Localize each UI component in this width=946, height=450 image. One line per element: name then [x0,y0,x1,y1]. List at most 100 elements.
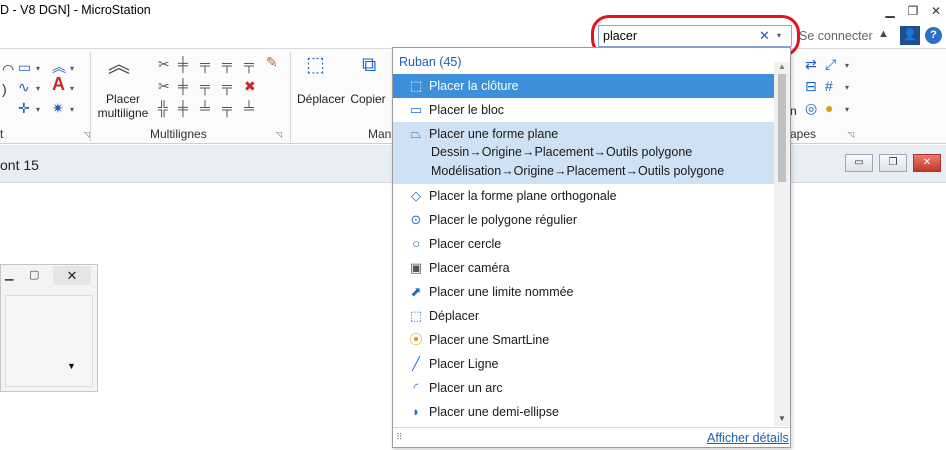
result-item[interactable]: ⊙ Placer le polygone régulier [393,208,774,232]
doc-minimize-icon[interactable]: ▭ [845,154,873,172]
result-label: Placer cercle [429,237,502,251]
multiline-tee-icon[interactable]: ╤ [222,101,232,115]
result-item[interactable]: ⬚ Déplacer [393,304,774,328]
multiline-tee-icon[interactable]: ╤ [200,57,210,71]
scale-icon[interactable]: ⤢ [825,57,836,71]
multiline-tee-icon[interactable]: ╤ [244,57,254,71]
panel-minimize-icon[interactable]: ▁ [5,268,13,281]
shape-icon: ⏢ [410,126,422,141]
result-item[interactable]: ▭ Placer le bloc [393,98,774,122]
ruler-icon[interactable]: ⊟ [805,79,817,93]
grid-icon[interactable]: # [825,79,833,93]
scrollbar-thumb[interactable] [778,74,786,182]
move-tool-icon[interactable]: ⬚ [306,55,325,75]
help-icon[interactable]: ? [925,27,942,44]
chevron-down-icon[interactable]: ▾ [36,62,40,76]
floating-panel-content [5,295,93,387]
chevrons-up-icon[interactable]: ︽ [52,60,66,74]
target-icon[interactable]: ◎ [805,101,817,115]
document-title: ont 15 [0,157,39,173]
chevron-down-icon[interactable]: ▾ [70,103,74,117]
chevron-down-icon[interactable]: ▾ [845,103,849,117]
sign-in-link[interactable]: Se connecter [799,29,873,43]
move-button-label[interactable]: Déplacer [296,92,346,106]
scroll-up-icon[interactable]: ▲ [778,62,786,71]
doc-restore-icon[interactable]: ❐ [879,154,907,172]
dropdown-arrow-icon[interactable]: ▼ [67,361,76,371]
rectangle-icon[interactable]: ▭ [18,60,31,74]
search-dropdown-icon[interactable]: ▾ [777,31,781,40]
account-icon[interactable]: 👤 [900,26,920,45]
ribbon-group-label: Man [368,127,392,141]
smartline-icon: ⦿ [409,332,423,347]
result-item[interactable]: ⏢ Placer une forme plane Dessin→Origine→… [393,122,774,184]
multiline-cut-icon[interactable]: ✂ [158,57,170,71]
result-item[interactable]: ▣ Placer caméra [393,256,774,280]
multiline-delete-icon[interactable]: ✖ [244,79,256,93]
chevron-down-icon[interactable]: ▾ [70,82,74,96]
multiline-tee-icon[interactable]: ╤ [200,79,210,93]
show-details-link[interactable]: Afficher détails [707,431,789,445]
result-item[interactable]: ◇ Placer la forme plane orthogonale [393,184,774,208]
panel-restore-icon[interactable]: ▢ [29,268,39,281]
multiline-tee-icon[interactable]: ╤ [222,79,232,93]
group-launcher-icon[interactable]: ◹ [848,130,854,139]
ribbon-search-box[interactable]: ✕ ▾ [598,25,792,47]
multiline-cross-icon[interactable]: ╪ [178,79,188,93]
group-launcher-icon[interactable]: ◹ [276,130,282,139]
multiline-cut-icon[interactable]: ✂ [158,79,170,93]
search-input[interactable] [603,28,753,44]
multiline-tee-icon[interactable]: ╤ [222,57,232,71]
panel-close-icon[interactable]: ✕ [53,266,91,285]
multiline-edit-icon[interactable]: ✎ [266,55,278,69]
chevron-down-icon[interactable]: ▾ [36,82,40,96]
result-item[interactable]: ◜ Placer un arc [393,376,774,400]
doc-close-icon[interactable]: ✕ [913,154,941,172]
copy-button-label[interactable]: Copier [348,92,388,106]
result-label: Placer la forme plane orthogonale [429,189,617,203]
results-scrollbar[interactable]: ▲ ▼ [774,62,790,426]
multiline-tee-icon[interactable]: ╧ [244,101,254,115]
partial-tool-icon[interactable]: ◠ [2,62,14,76]
multiline-icon[interactable]: ︽ [108,54,130,76]
result-item[interactable]: ○ Placer cercle [393,232,774,256]
result-item[interactable]: ⬈ Placer une limite nommée [393,280,774,304]
chevron-down-icon[interactable]: ▾ [36,103,40,117]
result-label: Placer une forme plane [429,127,559,141]
collapse-ribbon-icon[interactable]: ▲ [878,28,889,40]
chevron-down-icon[interactable]: ▾ [70,62,74,76]
multiline-cross-icon[interactable]: ╪ [178,101,188,115]
result-item[interactable]: ⦿ Placer une SmartLine [393,328,774,352]
result-item[interactable]: ╱ Placer Ligne [393,352,774,376]
multiline-joint-icon[interactable]: ╬ [158,101,168,115]
floating-panel-titlebar[interactable]: ▁ ▢ ✕ [1,265,97,287]
chevron-down-icon[interactable]: ▾ [845,81,849,95]
result-path: Modélisation→Origine→Placement→Outils po… [431,164,725,178]
align-icon[interactable]: ⇄ [805,57,817,71]
restore-icon[interactable]: ❐ [903,2,923,20]
clear-search-icon[interactable]: ✕ [759,28,770,44]
bulb-icon[interactable]: ● [825,101,833,115]
multiline-tee-icon[interactable]: ╧ [200,101,210,115]
result-label: Placer la clôture [429,79,519,93]
minimize-icon[interactable]: ▁ [880,2,900,20]
multiline-cross-icon[interactable]: ╪ [178,57,188,71]
light-tool-icon[interactable]: ✷ [52,101,64,115]
close-icon[interactable]: ✕ [926,2,946,20]
result-item[interactable]: ⬚ Placer la clôture [393,74,774,98]
partial-tool-icon[interactable]: ) [2,82,7,96]
resize-grip-icon[interactable]: ⠿ [396,432,403,443]
half-ellipse-icon: ◗ [412,404,420,419]
multiline-label-line2: multiligne [97,106,149,120]
smartline-tool-icon[interactable]: ∿ [18,80,30,94]
polygon-icon: ⊙ [410,212,422,227]
title-bar: D - V8 DGN] - MicroStation ▁ ❐ ✕ [0,0,946,22]
scroll-down-icon[interactable]: ▼ [778,414,786,423]
partial-label: n [790,104,797,118]
multiline-button-label[interactable]: Placer multiligne [94,92,152,120]
point-tool-icon[interactable]: ✛ [18,101,30,115]
copy-tool-icon[interactable]: ⧉ [362,55,376,75]
text-tool-icon[interactable]: A [52,75,65,93]
chevron-down-icon[interactable]: ▾ [845,59,849,73]
result-item[interactable]: ◗ Placer une demi-ellipse [393,400,774,424]
